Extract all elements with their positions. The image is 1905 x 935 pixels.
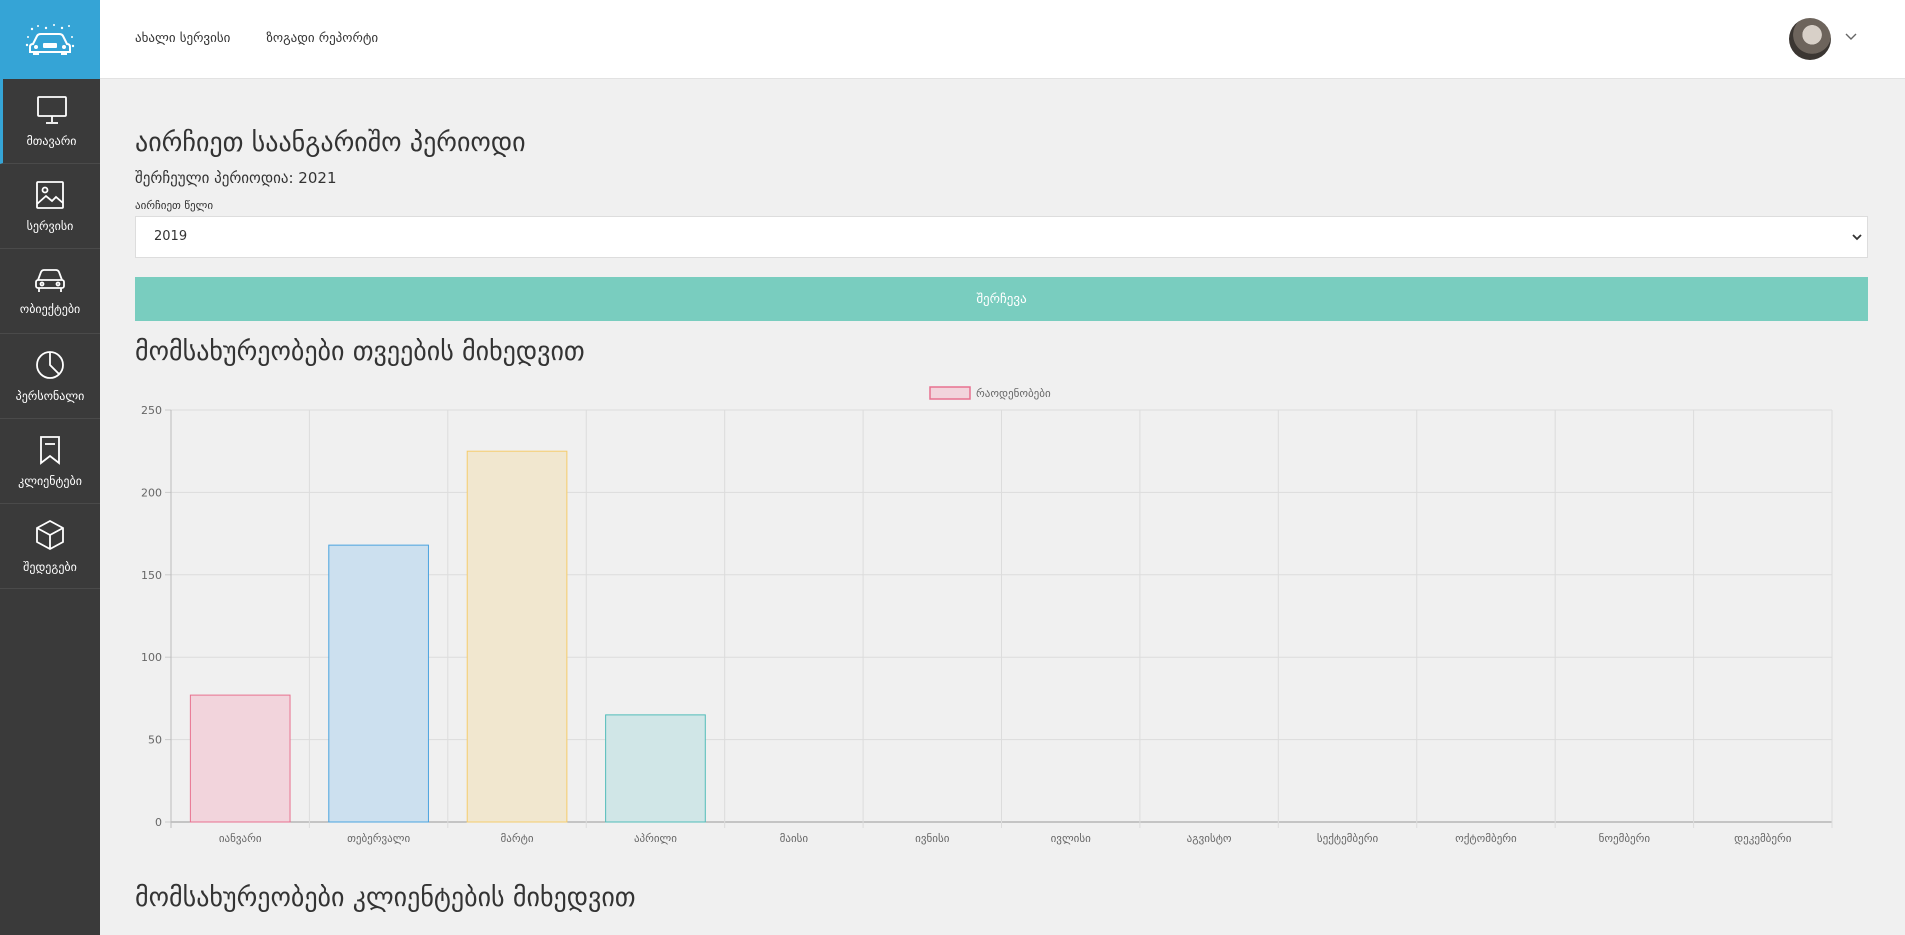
selected-period-text: შერჩეული პერიოდია: 2021 — [135, 169, 337, 187]
chart-bar — [328, 544, 429, 823]
brand-logo[interactable] — [0, 0, 100, 79]
bookmark-icon — [40, 435, 60, 465]
year-select-value: 2019 — [154, 229, 188, 244]
sidebar: მთავარი სერვისი ობიექტები პერსონალი კლიე… — [0, 0, 100, 935]
y-tick-label: 50 — [148, 734, 162, 747]
box-icon — [36, 519, 64, 550]
x-tick-label: აპრილი — [634, 832, 677, 845]
legend-swatch — [929, 386, 971, 400]
x-tick-label: მაისი — [780, 832, 809, 845]
image-icon — [36, 180, 64, 209]
x-tick-label: აგვისტო — [1187, 832, 1232, 845]
chevron-down-icon[interactable] — [1845, 33, 1857, 41]
sidebar-item-label: შედეგები — [23, 559, 77, 574]
year-select[interactable]: 2019 — [135, 216, 1868, 258]
chart-bar — [466, 450, 568, 823]
car-wash-logo-icon — [25, 23, 75, 55]
chevron-down-icon — [1852, 234, 1862, 241]
x-tick-label: ოქტომბერი — [1455, 832, 1517, 845]
sidebar-item-service[interactable]: სერვისი — [0, 164, 100, 249]
clients-chart-title: მომსახურეობები კლიენტების მიხედვით — [135, 883, 636, 913]
user-avatar[interactable] — [1789, 18, 1831, 60]
sidebar-item-staff[interactable]: პერსონალი — [0, 334, 100, 419]
legend-label: რაოდენობები — [976, 387, 1051, 400]
x-tick-label: მარტი — [501, 832, 534, 845]
x-tick-label: ნოემბერი — [1599, 832, 1651, 845]
monitor-icon — [36, 95, 67, 124]
sidebar-item-label: ობიექტები — [19, 301, 81, 316]
x-tick-label: ივნისი — [915, 832, 950, 845]
pie-chart-icon — [36, 350, 64, 379]
months-chart-title: მომსახურეობები თვეების მიხედვით — [135, 337, 585, 367]
y-tick-label: 100 — [141, 651, 162, 664]
new-service-link[interactable]: ახალი სერვისი — [135, 31, 230, 46]
x-tick-label: თებერვალი — [347, 832, 410, 845]
chart-bar — [189, 694, 291, 823]
x-tick-label: იანვარი — [219, 832, 262, 845]
y-tick-label: 200 — [141, 486, 162, 499]
top-header: ახალი სერვისი ზოგადი რეპორტი — [100, 0, 1905, 79]
y-tick-label: 150 — [141, 569, 162, 582]
sidebar-item-results[interactable]: შედეგები — [0, 504, 100, 589]
y-tick-label: 250 — [141, 404, 162, 417]
sidebar-item-clients[interactable]: კლიენტები — [0, 419, 100, 504]
general-report-link[interactable]: ზოგადი რეპორტი — [266, 31, 378, 46]
sidebar-item-label: კლიენტები — [18, 473, 82, 488]
y-tick-label: 0 — [155, 816, 162, 829]
page-title: აირჩიეთ საანგარიშო პერიოდი — [135, 128, 526, 158]
select-period-button[interactable]: შერჩევა — [135, 277, 1868, 321]
x-tick-label: დეკემბერი — [1734, 832, 1792, 845]
sidebar-item-label: სერვისი — [26, 218, 74, 233]
x-tick-label: სექტემბერი — [1317, 832, 1379, 845]
x-tick-label: ივლისი — [1051, 832, 1091, 845]
top-nav: ახალი სერვისი ზოგადი რეპორტი — [135, 31, 378, 46]
year-select-label: აირჩიეთ წელი — [135, 199, 214, 212]
car-icon — [35, 268, 65, 292]
sidebar-item-label: პერსონალი — [15, 388, 85, 403]
chart-bar — [605, 714, 706, 823]
sidebar-item-home[interactable]: მთავარი — [0, 79, 100, 164]
sidebar-item-objects[interactable]: ობიექტები — [0, 249, 100, 334]
sidebar-item-label: მთავარი — [26, 133, 77, 148]
